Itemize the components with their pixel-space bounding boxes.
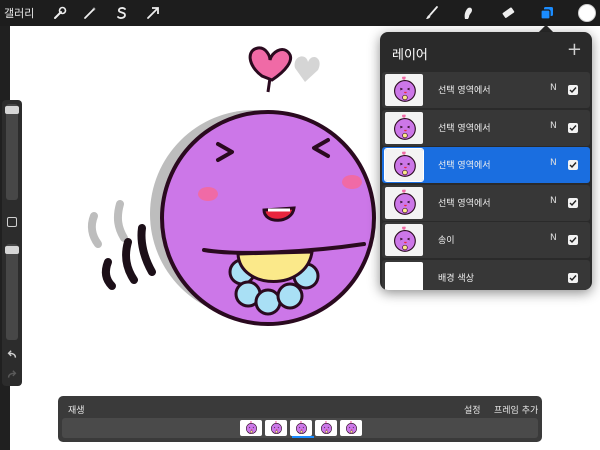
layer-thumbnail[interactable]	[384, 148, 424, 182]
layer-thumbnail[interactable]	[385, 224, 423, 256]
undo-icon[interactable]	[5, 348, 19, 362]
animation-settings-button[interactable]: 설정	[464, 403, 481, 416]
redo-icon[interactable]	[5, 368, 19, 382]
layers-icon[interactable]	[537, 3, 557, 23]
transform-arrow-icon[interactable]	[143, 3, 163, 23]
current-frame-indicator	[292, 436, 314, 438]
animation-frame[interactable]	[315, 420, 337, 436]
brush-size-slider[interactable]	[5, 104, 19, 200]
layer-thumbnail[interactable]	[385, 186, 423, 219]
layer-row[interactable]: 배경 색상	[382, 259, 590, 290]
layer-visibility-checkbox[interactable]	[568, 197, 578, 208]
brush-size-thumb[interactable]	[5, 106, 19, 114]
layers-panel-title: 레이어	[392, 48, 428, 63]
add-frame-button[interactable]: 프레임 추가	[494, 403, 538, 416]
add-layer-button[interactable]: +	[567, 39, 582, 60]
frames-strip	[62, 418, 538, 438]
selection-s-icon[interactable]	[112, 3, 132, 23]
left-sidebar	[2, 100, 22, 386]
layer-name: 선택 영역에서	[438, 123, 491, 134]
opacity-slider[interactable]	[5, 244, 19, 340]
brush-icon[interactable]	[422, 3, 442, 23]
smudge-icon[interactable]	[458, 3, 478, 23]
eraser-icon[interactable]	[498, 3, 518, 23]
color-picker-swatch[interactable]	[578, 4, 596, 22]
opacity-thumb[interactable]	[5, 246, 19, 254]
animation-frame[interactable]	[240, 420, 262, 436]
layer-name: 선택 영역에서	[438, 161, 491, 171]
adjustments-wrench-icon[interactable]	[50, 3, 70, 23]
layer-name: 선택 영역에서	[438, 86, 491, 96]
layer-visibility-checkbox[interactable]	[568, 235, 578, 245]
layer-row[interactable]: 선택 영역에서 N	[382, 109, 590, 146]
blend-mode-button[interactable]: N	[550, 196, 557, 206]
layer-name: 송이	[438, 236, 455, 246]
magic-wand-icon[interactable]	[80, 3, 100, 23]
animation-frame[interactable]	[265, 420, 287, 436]
animation-frame[interactable]	[340, 420, 362, 436]
blend-mode-button[interactable]: N	[550, 121, 557, 131]
top-toolbar: 갤러리	[0, 0, 600, 26]
layer-visibility-checkbox[interactable]	[568, 122, 578, 133]
gallery-button[interactable]: 갤러리	[4, 5, 34, 21]
playback-button[interactable]: 재생	[68, 403, 85, 416]
layer-visibility-checkbox[interactable]	[568, 85, 578, 95]
layer-thumbnail[interactable]	[385, 261, 423, 290]
animation-frame[interactable]	[290, 420, 312, 436]
blend-mode-button[interactable]: N	[550, 83, 557, 93]
layer-row[interactable]: 선택 영역에서 N	[382, 72, 590, 108]
layer-thumbnail[interactable]	[385, 74, 423, 106]
modify-button[interactable]	[7, 217, 17, 227]
layer-name: 선택 영역에서	[438, 198, 491, 209]
layer-visibility-checkbox[interactable]	[568, 272, 578, 283]
animation-assist-bar: 재생 설정 프레임 추가	[58, 396, 542, 442]
layer-visibility-checkbox[interactable]	[568, 160, 578, 170]
layer-row[interactable]: 송이 N	[382, 222, 590, 258]
layer-row[interactable]: 선택 영역에서 N	[382, 147, 590, 183]
layer-row[interactable]: 선택 영역에서 N	[382, 184, 590, 221]
layer-name: 배경 색상	[438, 273, 474, 284]
layers-panel: 레이어 + 선택 영역에서 N 선택 영역에서 N 선택 영역에서 N 선택 영역에서 N 송이…	[380, 32, 592, 290]
layer-thumbnail[interactable]	[385, 111, 423, 144]
blend-mode-button[interactable]: N	[550, 233, 557, 243]
blend-mode-button[interactable]: N	[550, 158, 557, 168]
